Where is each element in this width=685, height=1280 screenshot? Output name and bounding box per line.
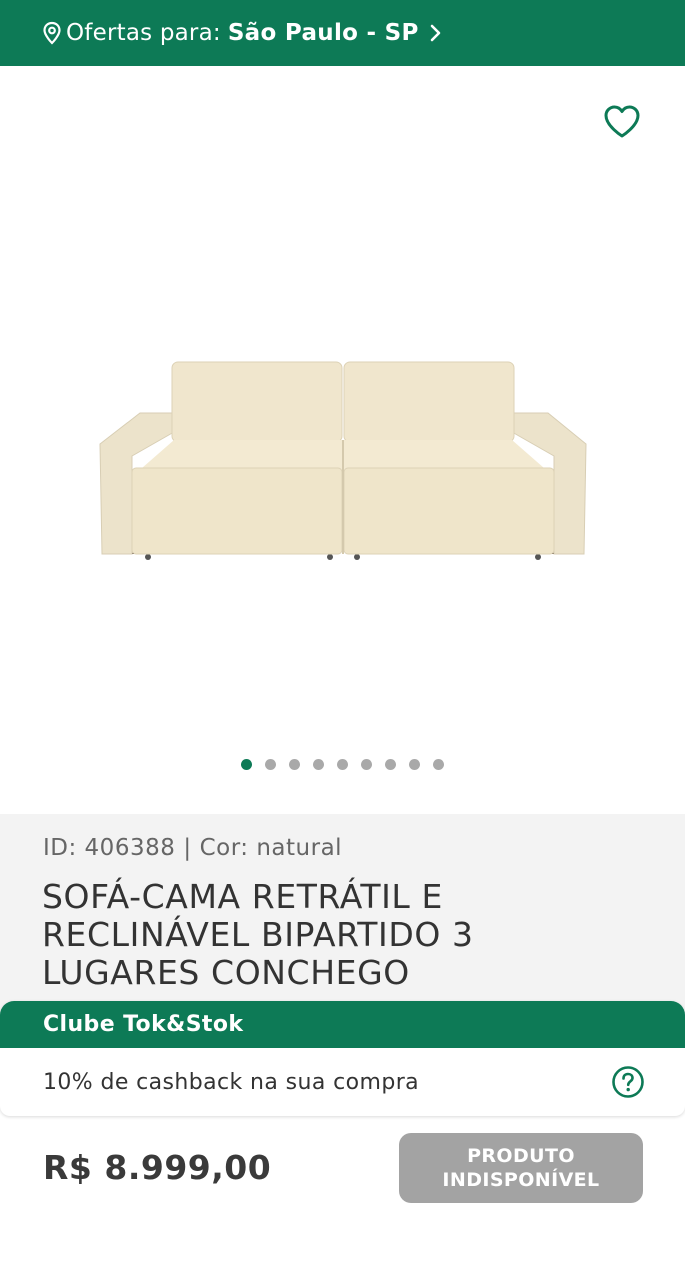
cashback-text: 10% de cashback na sua compra bbox=[43, 1069, 420, 1095]
product-id: ID: 406388 bbox=[43, 835, 176, 861]
club-body: 10% de cashback na sua compra bbox=[0, 1048, 685, 1116]
club-card: Clube Tok&Stok 10% de cashback na sua co… bbox=[0, 1001, 685, 1116]
location-city[interactable]: São Paulo - SP bbox=[228, 20, 419, 46]
location-bar[interactable]: Ofertas para: São Paulo - SP bbox=[0, 0, 685, 66]
club-title: Clube Tok&Stok bbox=[0, 1001, 685, 1048]
product-price: R$ 8.999,00 bbox=[43, 1148, 272, 1187]
carousel-dots[interactable] bbox=[0, 759, 685, 773]
product-color: Cor: natural bbox=[199, 835, 343, 861]
heart-outline-icon[interactable] bbox=[602, 103, 642, 141]
unavailable-button[interactable]: PRODUTO INDISPONÍVEL bbox=[399, 1133, 643, 1203]
button-line-1: PRODUTO bbox=[467, 1145, 575, 1167]
question-circle-icon[interactable] bbox=[611, 1065, 645, 1099]
product-title: SOFÁ-CAMA RETRÁTIL E RECLINÁVEL BIPARTID… bbox=[42, 877, 474, 992]
button-line-2: INDISPONÍVEL bbox=[442, 1169, 600, 1191]
chevron-right-icon[interactable] bbox=[429, 21, 449, 45]
location-prefix: Ofertas para: bbox=[66, 20, 221, 46]
product-meta: ID: 406388 | Cor: natural bbox=[43, 835, 342, 861]
carousel-dot[interactable] bbox=[385, 759, 396, 770]
product-image bbox=[96, 356, 590, 566]
meta-separator: | bbox=[183, 835, 192, 861]
carousel-dot[interactable] bbox=[409, 759, 420, 770]
map-pin-icon bbox=[40, 21, 64, 45]
carousel-dot[interactable] bbox=[241, 759, 252, 770]
carousel-dot[interactable] bbox=[265, 759, 276, 770]
carousel-dot[interactable] bbox=[361, 759, 372, 770]
carousel-dot[interactable] bbox=[433, 759, 444, 770]
carousel-dot[interactable] bbox=[337, 759, 348, 770]
carousel-dot[interactable] bbox=[313, 759, 324, 770]
carousel-dot[interactable] bbox=[289, 759, 300, 770]
